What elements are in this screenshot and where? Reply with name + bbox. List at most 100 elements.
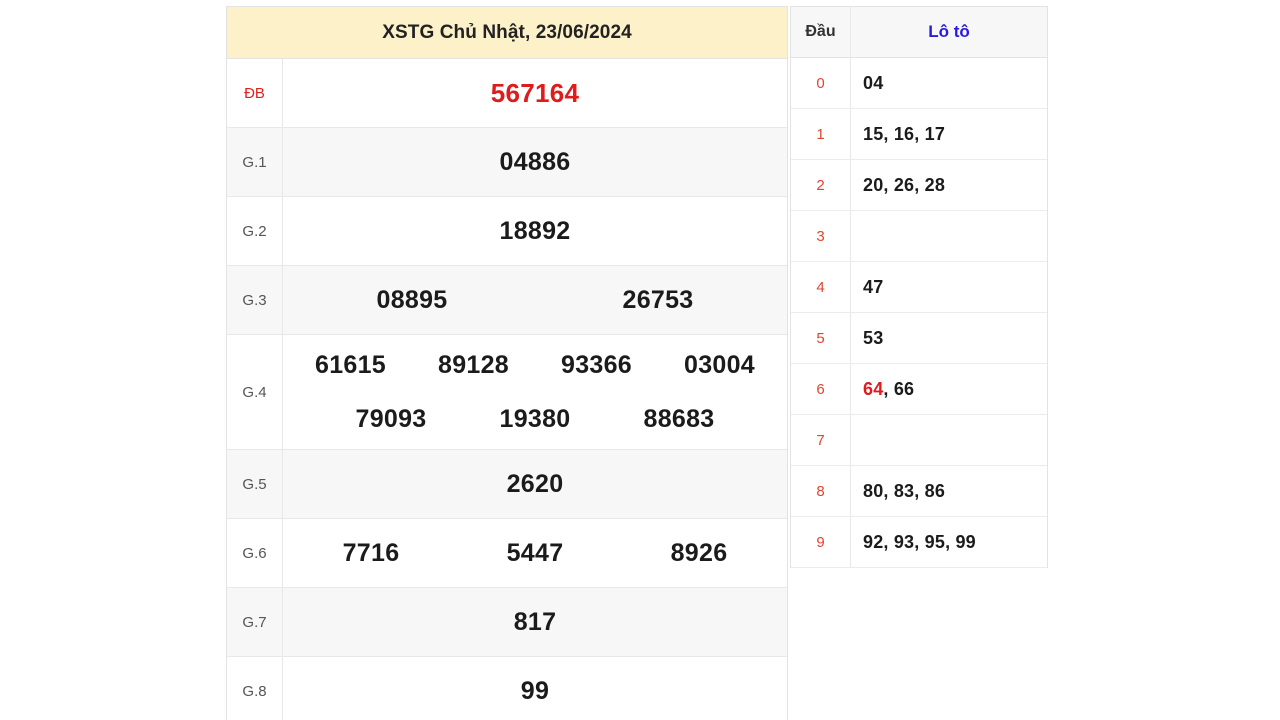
loto-row: 2 20, 26, 28 xyxy=(791,160,1047,211)
prize-number: 19380 xyxy=(499,404,571,433)
loto-value-text: 47 xyxy=(863,276,884,297)
prize-label: G.1 xyxy=(227,128,283,196)
prize-value-line: 79093 19380 88683 xyxy=(289,392,781,446)
prize-value-line: 99 xyxy=(289,657,781,720)
prize-row: G.7 817 xyxy=(227,588,787,657)
prize-values: 18892 xyxy=(283,197,787,265)
loto-value-text: 53 xyxy=(863,327,884,348)
prize-values: 2620 xyxy=(283,450,787,518)
loto-value-text: 92, 93, 95, 99 xyxy=(863,531,976,552)
loto-values: 64, 66 xyxy=(851,364,1047,414)
prize-number: 5447 xyxy=(506,538,564,567)
prize-label: G.3 xyxy=(227,266,283,334)
prize-number: 7716 xyxy=(342,538,400,567)
prize-value-line: 7716 5447 8926 xyxy=(289,519,781,587)
loto-values: 04 xyxy=(851,58,1047,108)
result-rows-container: ĐB 567164 G.1 04886 G.2 18892 G.3 08895 26753 G.4… xyxy=(227,59,787,720)
xstg-result-table: XSTG Chủ Nhật, 23/06/2024 ĐB 567164 G.1 048… xyxy=(226,6,788,720)
loto-dau-digit: 5 xyxy=(791,313,851,363)
prize-number: 2620 xyxy=(506,469,564,498)
prize-number: 817 xyxy=(513,607,557,636)
prize-number: 08895 xyxy=(376,285,448,314)
prize-number: 26753 xyxy=(622,285,694,314)
prize-value-line: 567164 xyxy=(289,59,781,127)
loto-value-text: 04 xyxy=(863,72,884,93)
loto-values xyxy=(851,211,1047,261)
prize-value-line: 2620 xyxy=(289,450,781,518)
loto-value-text: 15, 16, 17 xyxy=(863,123,946,144)
prize-value-line: 61615 89128 93366 03004 xyxy=(289,338,781,392)
prize-number: 567164 xyxy=(490,77,580,108)
prize-row: ĐB 567164 xyxy=(227,59,787,128)
prize-row: G.4 61615 89128 93366 03004 79093 19380 88683 xyxy=(227,335,787,450)
loto-dau-digit: 6 xyxy=(791,364,851,414)
loto-row: 1 15, 16, 17 xyxy=(791,109,1047,160)
prize-row: G.2 18892 xyxy=(227,197,787,266)
loto-values: 53 xyxy=(851,313,1047,363)
loto-row: 5 53 xyxy=(791,313,1047,364)
prize-label: ĐB xyxy=(227,59,283,127)
prize-value-line: 18892 xyxy=(289,197,781,265)
prize-number: 61615 xyxy=(314,350,387,379)
loto-header-dau: Đầu xyxy=(791,7,851,57)
prize-number: 18892 xyxy=(499,216,571,245)
prize-row: G.1 04886 xyxy=(227,128,787,197)
loto-summary-table: Đầu Lô tô 0 04 1 15, 16, 17 2 20, 26, 28 3 4 47 5… xyxy=(790,6,1048,568)
prize-row: G.8 99 xyxy=(227,657,787,720)
prize-values: 817 xyxy=(283,588,787,656)
loto-row: 4 47 xyxy=(791,262,1047,313)
prize-row: G.3 08895 26753 xyxy=(227,266,787,335)
loto-value-highlighted: 64 xyxy=(863,378,884,399)
prize-value-line: 04886 xyxy=(289,128,781,196)
lottery-results-page: XSTG Chủ Nhật, 23/06/2024 ĐB 567164 G.1 048… xyxy=(0,0,1280,720)
prize-number: 89128 xyxy=(437,350,510,379)
prize-number: 8926 xyxy=(670,538,728,567)
loto-dau-digit: 1 xyxy=(791,109,851,159)
prize-number: 93366 xyxy=(560,350,633,379)
prize-number: 04886 xyxy=(499,147,571,176)
loto-row: 6 64, 66 xyxy=(791,364,1047,415)
loto-values: 80, 83, 86 xyxy=(851,466,1047,516)
prize-value-line: 08895 26753 xyxy=(289,266,781,334)
loto-values: 92, 93, 95, 99 xyxy=(851,517,1047,567)
prize-label: G.6 xyxy=(227,519,283,587)
prize-values: 567164 xyxy=(283,59,787,127)
loto-header-loto: Lô tô xyxy=(928,22,970,41)
loto-row: 9 92, 93, 95, 99 xyxy=(791,517,1047,568)
prize-number: 99 xyxy=(520,676,550,705)
prize-label: G.5 xyxy=(227,450,283,518)
loto-table-header: Đầu Lô tô xyxy=(791,7,1047,58)
prize-values: 61615 89128 93366 03004 79093 19380 88683 xyxy=(283,335,787,449)
loto-dau-digit: 8 xyxy=(791,466,851,516)
loto-values xyxy=(851,415,1047,465)
loto-values: 15, 16, 17 xyxy=(851,109,1047,159)
loto-row: 7 xyxy=(791,415,1047,466)
loto-row: 8 80, 83, 86 xyxy=(791,466,1047,517)
loto-row: 0 04 xyxy=(791,58,1047,109)
loto-row: 3 xyxy=(791,211,1047,262)
page-title: XSTG Chủ Nhật, 23/06/2024 xyxy=(382,21,632,43)
prize-label: G.4 xyxy=(227,335,283,449)
prize-value-line: 817 xyxy=(289,588,781,656)
prize-values: 7716 5447 8926 xyxy=(283,519,787,587)
loto-values: 47 xyxy=(851,262,1047,312)
prize-values: 08895 26753 xyxy=(283,266,787,334)
prize-values: 04886 xyxy=(283,128,787,196)
prize-label: G.7 xyxy=(227,588,283,656)
prize-number: 03004 xyxy=(683,350,756,379)
prize-label: G.8 xyxy=(227,657,283,720)
loto-dau-digit: 3 xyxy=(791,211,851,261)
loto-values: 20, 26, 28 xyxy=(851,160,1047,210)
loto-dau-digit: 0 xyxy=(791,58,851,108)
loto-value-text: 20, 26, 28 xyxy=(863,174,946,195)
loto-value-text: 80, 83, 86 xyxy=(863,480,946,501)
loto-rows-container: 0 04 1 15, 16, 17 2 20, 26, 28 3 4 47 5 53 6 64, 66 7… xyxy=(791,58,1047,568)
loto-dau-digit: 4 xyxy=(791,262,851,312)
loto-dau-digit: 9 xyxy=(791,517,851,567)
result-table-header: XSTG Chủ Nhật, 23/06/2024 xyxy=(227,7,787,59)
prize-number: 79093 xyxy=(355,404,427,433)
prize-number: 88683 xyxy=(643,404,715,433)
loto-dau-digit: 7 xyxy=(791,415,851,465)
loto-dau-digit: 2 xyxy=(791,160,851,210)
loto-value-text: , 66 xyxy=(883,378,915,399)
